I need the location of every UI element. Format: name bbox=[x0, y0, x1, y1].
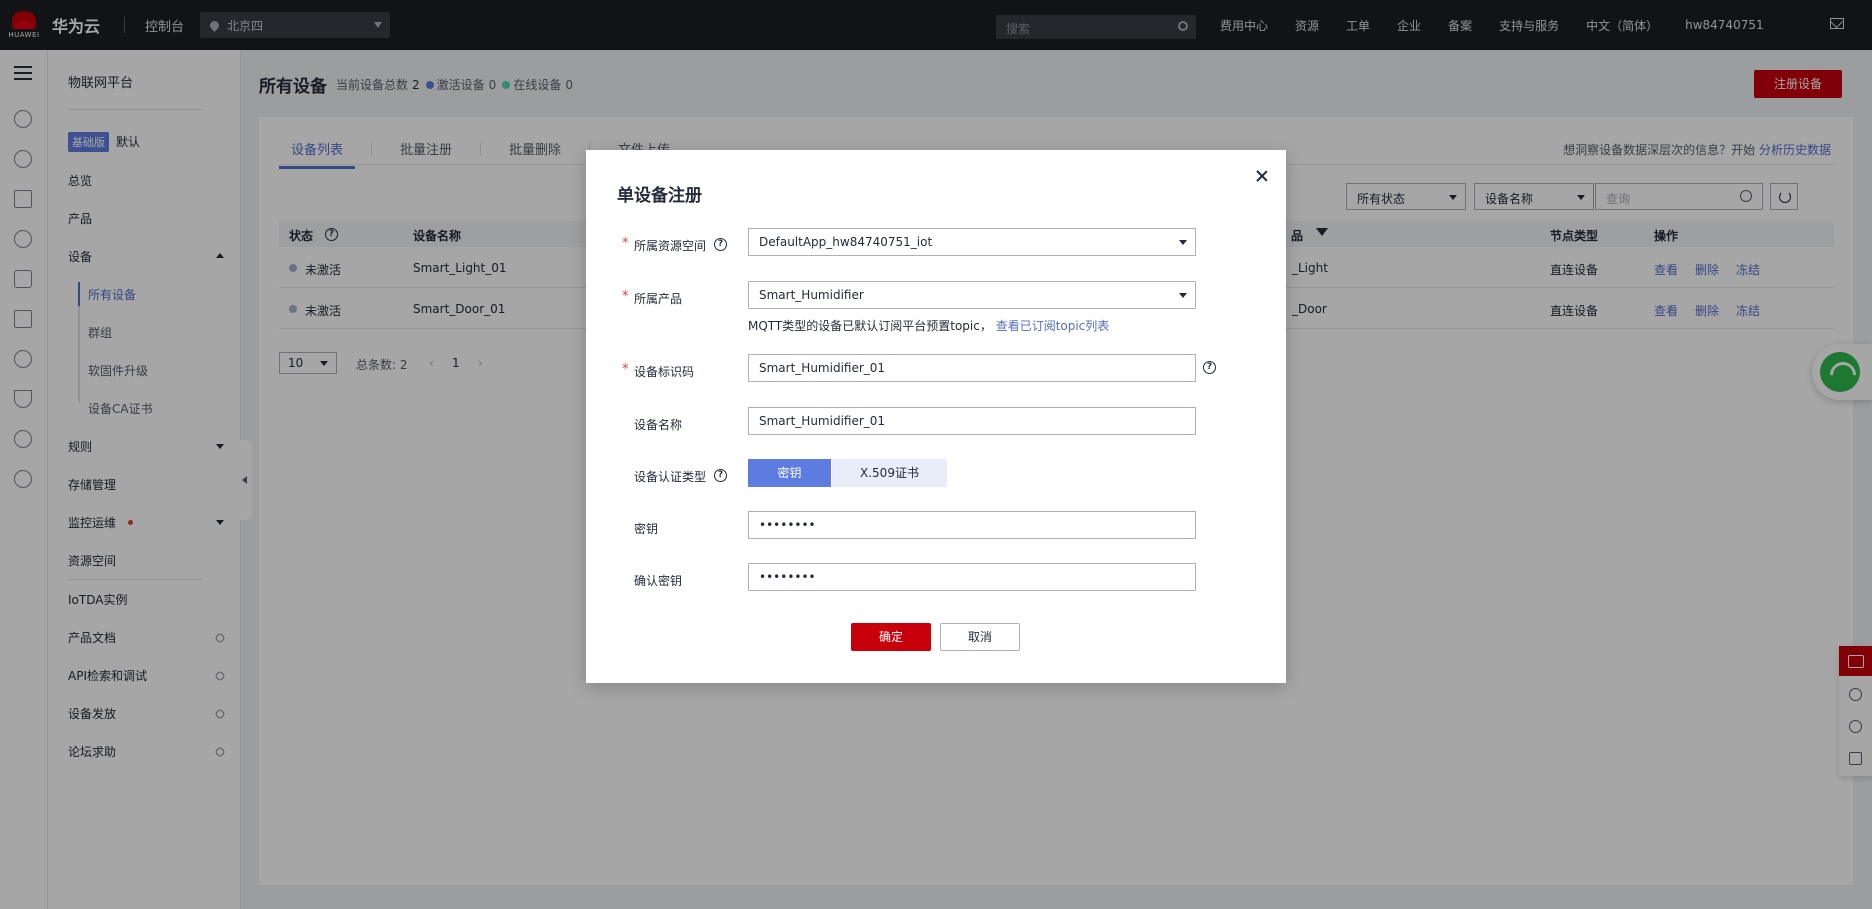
confirm-secret-label: 确认密钥 bbox=[634, 574, 683, 588]
help-icon[interactable]: ? bbox=[714, 469, 727, 482]
secret-label: 密钥 bbox=[634, 522, 659, 536]
required-mark: * bbox=[622, 236, 629, 251]
secret-input[interactable]: •••••••• bbox=[748, 511, 1196, 539]
required-mark: * bbox=[622, 362, 629, 377]
product-select[interactable]: Smart_Humidifier bbox=[748, 281, 1196, 309]
product-label: 所属产品 bbox=[634, 292, 683, 306]
cancel-button[interactable]: 取消 bbox=[940, 623, 1020, 651]
device-id-input[interactable]: Smart_Humidifier_01 bbox=[748, 354, 1196, 382]
device-name-input[interactable]: Smart_Humidifier_01 bbox=[748, 407, 1196, 435]
confirm-secret-value: •••••••• bbox=[759, 570, 816, 584]
auth-secret-option[interactable]: 密钥 bbox=[748, 459, 831, 487]
device-name-value: Smart_Humidifier_01 bbox=[759, 414, 886, 428]
required-mark: * bbox=[622, 289, 629, 304]
help-icon[interactable]: ? bbox=[714, 238, 727, 251]
close-icon[interactable] bbox=[1255, 169, 1269, 183]
secret-value: •••••••• bbox=[759, 518, 816, 532]
topic-note-text: MQTT类型的设备已默认订阅平台预置topic， bbox=[748, 319, 992, 333]
resource-space-select[interactable]: DefaultApp_hw84740751_iot bbox=[748, 228, 1196, 256]
resource-space-value: DefaultApp_hw84740751_iot bbox=[759, 235, 933, 249]
auth-type-label: 设备认证类型 bbox=[634, 470, 707, 484]
help-icon[interactable]: ? bbox=[1203, 361, 1216, 374]
confirm-secret-input[interactable]: •••••••• bbox=[748, 563, 1196, 591]
device-id-value: Smart_Humidifier_01 bbox=[759, 361, 886, 375]
auth-x509-option[interactable]: X.509证书 bbox=[832, 459, 947, 487]
device-id-label: 设备标识码 bbox=[634, 365, 695, 379]
register-device-dialog: 单设备注册 * 所属资源空间 ? DefaultApp_hw84740751_i… bbox=[586, 150, 1286, 683]
product-value: Smart_Humidifier bbox=[759, 288, 864, 302]
confirm-button[interactable]: 确定 bbox=[851, 623, 931, 651]
view-topics-link[interactable]: 查看已订阅topic列表 bbox=[996, 319, 1110, 333]
dialog-title: 单设备注册 bbox=[617, 186, 702, 206]
topic-note: MQTT类型的设备已默认订阅平台预置topic， 查看已订阅topic列表 bbox=[748, 317, 1109, 334]
device-name-label: 设备名称 bbox=[634, 418, 683, 432]
resource-space-label: 所属资源空间 bbox=[634, 239, 707, 253]
